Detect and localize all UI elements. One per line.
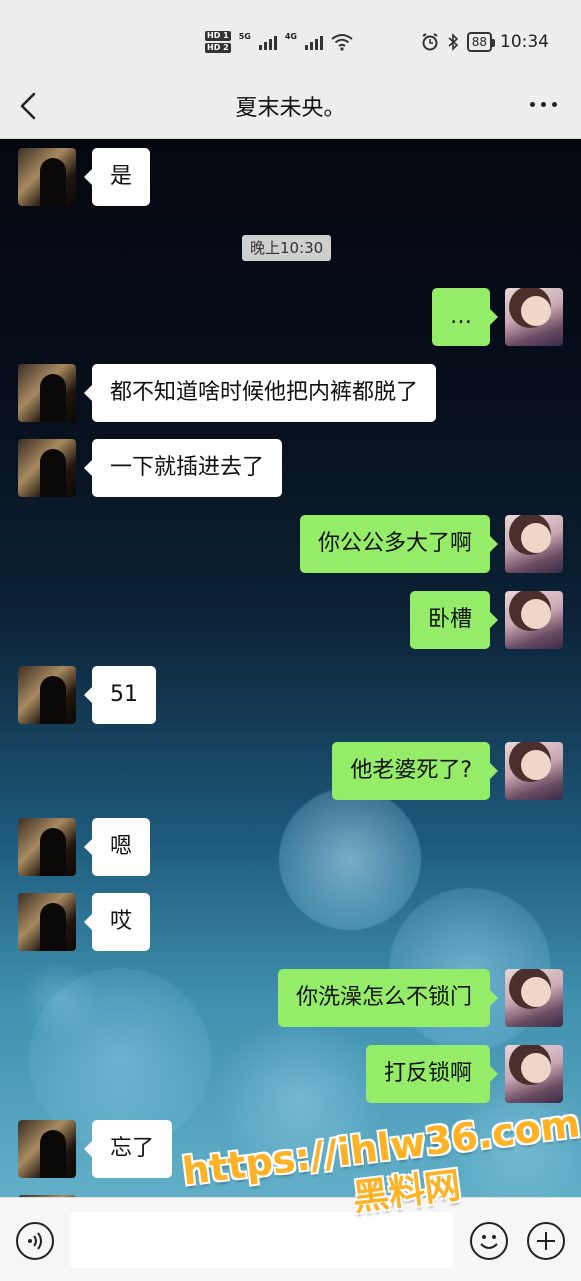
my-avatar[interactable] xyxy=(505,742,563,800)
my-avatar[interactable] xyxy=(505,969,563,1027)
message-row: 嗯 xyxy=(0,818,581,876)
contact-avatar[interactable] xyxy=(18,1120,76,1178)
more-functions-icon[interactable] xyxy=(527,1222,565,1260)
status-bar: HD 1 HD 2 5G 4G 88 10:34 xyxy=(0,0,581,76)
message-row: 打反锁啊 xyxy=(0,1045,581,1103)
contact-avatar[interactable] xyxy=(18,148,76,206)
received-bubble[interactable]: 哎 xyxy=(83,893,151,951)
contact-avatar[interactable] xyxy=(18,818,76,876)
chat-header: 夏末未央。 xyxy=(0,76,581,139)
sent-bubble[interactable]: 打反锁啊 xyxy=(365,1045,499,1103)
my-avatar[interactable] xyxy=(505,591,563,649)
sent-bubble[interactable]: 你洗澡怎么不锁门 xyxy=(277,969,499,1027)
signal-indicators: HD 1 HD 2 5G 4G xyxy=(205,28,353,56)
battery-indicator: 88 xyxy=(466,32,496,52)
message-list[interactable]: 是 晚上10:30 … 都不知道啥时候他把内裤都脱了 一下就插进去了 你公公多大… xyxy=(0,139,581,1197)
received-bubble[interactable]: 是 xyxy=(83,148,151,206)
hd-badges: HD 1 HD 2 xyxy=(205,31,231,53)
network-type-1: 5G xyxy=(238,31,251,41)
message-row: 哎 xyxy=(0,893,581,951)
sent-bubble[interactable]: 卧槽 xyxy=(409,591,499,649)
message-row: 他老婆死了? xyxy=(0,742,581,800)
message-row: 一下就插进去了 xyxy=(0,439,581,497)
alarm-icon xyxy=(422,33,438,51)
my-avatar[interactable] xyxy=(505,288,563,346)
message-row: 是 xyxy=(0,148,581,206)
status-right: 88 10:34 xyxy=(421,28,549,56)
bluetooth-icon xyxy=(448,33,458,51)
network-type-2: 4G xyxy=(284,31,297,41)
message-row: 你洗澡怎么不锁门 xyxy=(0,969,581,1027)
voice-input-icon[interactable] xyxy=(16,1222,54,1260)
received-bubble[interactable]: 嗯 xyxy=(83,818,151,876)
message-row: 51 xyxy=(0,666,581,724)
clock: 10:34 xyxy=(500,32,549,52)
received-bubble[interactable]: 忘了 xyxy=(83,1120,173,1178)
chat-title: 夏末未央。 xyxy=(235,96,346,121)
wifi-icon xyxy=(331,34,353,51)
emoji-icon[interactable] xyxy=(470,1222,508,1260)
message-row: 都不知道啥时候他把内裤都脱了 xyxy=(0,364,581,422)
message-row: 卧槽 xyxy=(0,591,581,649)
message-row: … xyxy=(0,288,581,346)
contact-avatar[interactable] xyxy=(18,439,76,497)
signal-bars-2-icon xyxy=(304,34,323,50)
sim2-badge: HD 2 xyxy=(205,43,231,53)
received-bubble[interactable]: 都不知道啥时候他把内裤都脱了 xyxy=(83,364,437,422)
my-avatar[interactable] xyxy=(505,1045,563,1103)
my-avatar[interactable] xyxy=(505,515,563,573)
contact-avatar[interactable] xyxy=(18,364,76,422)
signal-bars-1-icon xyxy=(258,34,277,50)
sim1-badge: HD 1 xyxy=(205,31,231,41)
contact-avatar[interactable] xyxy=(18,893,76,951)
time-divider: 晚上10:30 xyxy=(242,235,332,261)
sent-bubble[interactable]: … xyxy=(432,288,498,346)
contact-avatar[interactable] xyxy=(18,666,76,724)
sent-bubble[interactable]: 他老婆死了? xyxy=(332,742,498,800)
received-bubble[interactable]: 51 xyxy=(84,666,156,724)
received-bubble[interactable]: 一下就插进去了 xyxy=(83,439,283,497)
sent-bubble[interactable]: 你公公多大了啊 xyxy=(299,515,499,573)
message-row: 你公公多大了啊 xyxy=(0,515,581,573)
more-options-icon[interactable] xyxy=(530,102,557,107)
